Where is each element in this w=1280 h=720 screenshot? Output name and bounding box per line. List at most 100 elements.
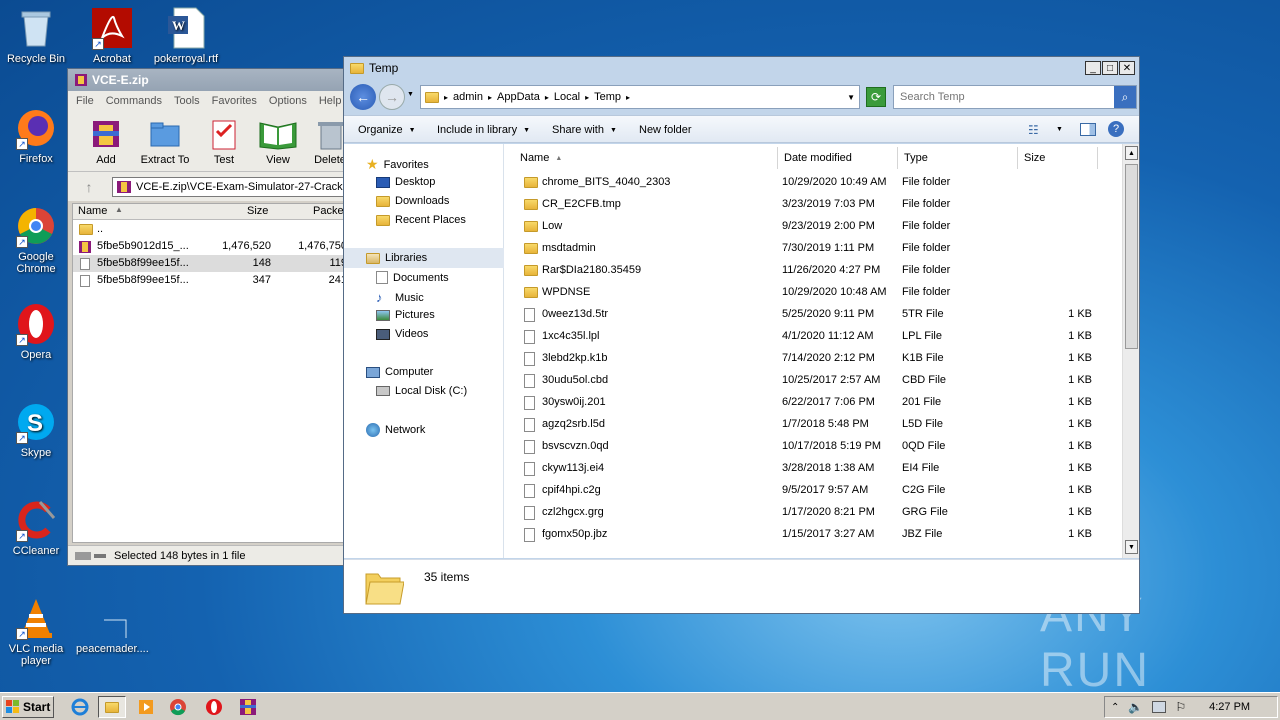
file-row[interactable]: cpif4hpi.c2g 9/5/2017 9:57 AM C2G File 1 KB: [506, 480, 1106, 502]
maximize-button[interactable]: □: [1102, 61, 1118, 75]
up-arrow-icon[interactable]: ↑: [74, 179, 104, 195]
taskbar-explorer-button[interactable]: [98, 696, 126, 718]
taskbar-media-player-button[interactable]: [132, 696, 160, 718]
desktop-icon-chrome[interactable]: ↗ Google Chrome: [0, 204, 72, 275]
tray-expand-icon[interactable]: ⌃: [1111, 702, 1119, 713]
menu-options[interactable]: Options: [269, 95, 307, 107]
desktop-icon-recycle-bin[interactable]: Recycle Bin: [0, 6, 72, 65]
table-row[interactable]: 5fbe5b9012d15_... 1,476,520 1,476,750: [73, 238, 349, 255]
desktop-icon-ccleaner[interactable]: ↗ CCleaner: [0, 498, 72, 557]
table-row-selected[interactable]: 5fbe5b8f99ee15f... 148 119: [73, 255, 349, 272]
organize-button[interactable]: Organize ▼: [358, 116, 416, 144]
breadcrumb-temp[interactable]: Temp: [594, 91, 621, 103]
search-box[interactable]: ⌕: [893, 85, 1137, 109]
column-name[interactable]: Name ▲: [514, 147, 778, 169]
menu-favorites[interactable]: Favorites: [212, 95, 257, 107]
file-row[interactable]: Rar$DIa2180.35459 11/26/2020 4:27 PM File …: [506, 260, 1106, 282]
file-row[interactable]: fgomx50p.jbz 1/15/2017 3:27 AM JBZ File 1 K…: [506, 524, 1106, 546]
desktop-icon-pokerroyal[interactable]: W pokerroyal.rtf: [150, 6, 222, 65]
winrar-titlebar[interactable]: VCE-E.zip: [68, 69, 346, 91]
desktop-icon-vlc[interactable]: ↗ VLC media player: [0, 596, 72, 667]
speaker-icon[interactable]: 🔈: [1128, 700, 1143, 714]
nav-music[interactable]: ♪ Music: [376, 290, 424, 305]
column-size[interactable]: Size: [247, 205, 268, 217]
desktop-icon-opera[interactable]: ↗ Opera: [0, 302, 72, 361]
search-input[interactable]: [894, 91, 1114, 103]
nav-recent-places[interactable]: Recent Places: [376, 214, 466, 226]
search-icon[interactable]: ⌕: [1114, 86, 1136, 108]
scroll-down-icon[interactable]: ▼: [1125, 540, 1138, 554]
file-row[interactable]: Low 9/23/2019 2:00 PM File folder: [506, 216, 1106, 238]
file-row[interactable]: czl2hgcx.grg 1/17/2020 8:21 PM GRG File 1 K…: [506, 502, 1106, 524]
nav-downloads[interactable]: Downloads: [376, 195, 449, 207]
menu-file[interactable]: File: [76, 95, 94, 107]
column-name[interactable]: Name: [78, 205, 107, 217]
taskbar-opera-button[interactable]: [200, 696, 228, 718]
column-date-modified[interactable]: Date modified: [778, 147, 898, 169]
nav-documents[interactable]: Documents: [376, 271, 449, 284]
close-button[interactable]: ✕: [1119, 61, 1135, 75]
nav-local-disk[interactable]: Local Disk (C:): [376, 385, 467, 397]
file-row[interactable]: ckyw113j.ei4 3/28/2018 1:38 AM EI4 File 1 K…: [506, 458, 1106, 480]
menu-tools[interactable]: Tools: [174, 95, 200, 107]
history-dropdown-icon[interactable]: ▼: [407, 91, 414, 98]
explorer-titlebar[interactable]: Temp _ □ ✕: [344, 57, 1139, 79]
forward-arrow-icon[interactable]: →: [379, 84, 405, 110]
breadcrumb-appdata[interactable]: AppData: [497, 91, 540, 103]
table-row[interactable]: ..: [73, 221, 349, 238]
file-row[interactable]: WPDNSE 10/29/2020 10:48 AM File folder: [506, 282, 1106, 304]
nav-videos[interactable]: Videos: [376, 328, 428, 340]
nav-favorites[interactable]: ★ Favorites: [366, 156, 429, 173]
taskbar-chrome-button[interactable]: [164, 696, 192, 718]
scroll-up-icon[interactable]: ▲: [1125, 146, 1138, 160]
clock[interactable]: 4:27 PM: [1209, 701, 1250, 713]
column-size[interactable]: Size: [1018, 147, 1098, 169]
desktop-icon-acrobat[interactable]: ↗ Acrobat: [76, 6, 148, 65]
column-type[interactable]: Type: [898, 147, 1018, 169]
file-row[interactable]: msdtadmin 7/30/2019 1:11 PM File folder: [506, 238, 1106, 260]
flag-icon[interactable]: ⚐: [1175, 700, 1186, 714]
refresh-icon[interactable]: ⟳: [866, 87, 886, 107]
desktop-icon-peacemader[interactable]: peacemader....: [76, 596, 149, 655]
file-row[interactable]: 1xc4c35l.lpl 4/1/2020 11:12 AM LPL File 1 K…: [506, 326, 1106, 348]
include-in-library-button[interactable]: Include in library ▼: [437, 116, 530, 144]
breadcrumb-local[interactable]: Local: [554, 91, 580, 103]
new-folder-button[interactable]: New folder: [639, 116, 692, 144]
back-arrow-icon[interactable]: ←: [350, 84, 376, 110]
breadcrumb-admin[interactable]: admin: [453, 91, 483, 103]
file-row[interactable]: agzq2srb.l5d 1/7/2018 5:48 PM L5D File 1 KB: [506, 414, 1106, 436]
nav-desktop[interactable]: Desktop: [376, 176, 435, 188]
nav-pictures[interactable]: Pictures: [376, 309, 435, 321]
menu-help[interactable]: Help: [319, 95, 342, 107]
menu-commands[interactable]: Commands: [106, 95, 162, 107]
extract-to-button[interactable]: Extract To: [138, 117, 192, 166]
nav-network[interactable]: Network: [366, 423, 425, 437]
scrollbar-thumb[interactable]: [1125, 164, 1138, 349]
file-row[interactable]: 30ysw0ij.201 6/22/2017 7:06 PM 201 File 1 K…: [506, 392, 1106, 414]
address-bar[interactable]: ▸ admin ▸ AppData ▸ Local ▸ Temp ▸ ▼: [420, 85, 860, 109]
view-button[interactable]: View: [256, 117, 300, 166]
nav-computer[interactable]: Computer: [366, 366, 433, 378]
start-button[interactable]: Start: [2, 696, 54, 718]
desktop-icon-firefox[interactable]: ↗ Firefox: [0, 106, 72, 165]
file-row[interactable]: CR_E2CFB.tmp 3/23/2019 7:03 PM File folder: [506, 194, 1106, 216]
help-icon[interactable]: ?: [1108, 121, 1124, 137]
file-row[interactable]: 0weez13d.5tr 5/25/2020 9:11 PM 5TR File 1 K…: [506, 304, 1106, 326]
view-options-icon[interactable]: ☷: [1028, 123, 1039, 137]
preview-pane-icon[interactable]: [1080, 123, 1096, 136]
file-row[interactable]: chrome_BITS_4040_2303 10/29/2020 10:49 AM…: [506, 172, 1106, 194]
table-row[interactable]: 5fbe5b8f99ee15f... 347 241: [73, 272, 349, 289]
taskbar-ie-button[interactable]: [66, 696, 94, 718]
vertical-scrollbar[interactable]: ▲ ▼: [1122, 144, 1139, 558]
file-row[interactable]: bsvscvzn.0qd 10/17/2018 5:19 PM 0QD File 1 …: [506, 436, 1106, 458]
winrar-path-field[interactable]: VCE-E.zip\VCE-Exam-Simulator-27-Crack: [112, 176, 346, 197]
add-button[interactable]: Add: [84, 117, 128, 166]
view-dropdown-icon[interactable]: ▼: [1056, 126, 1063, 133]
file-row[interactable]: 30udu5ol.cbd 10/25/2017 2:57 AM CBD File 1 …: [506, 370, 1106, 392]
minimize-button[interactable]: _: [1085, 61, 1101, 75]
file-row[interactable]: 3lebd2kp.k1b 7/14/2020 2:12 PM K1B File 1 K…: [506, 348, 1106, 370]
share-with-button[interactable]: Share with ▼: [552, 116, 617, 144]
address-dropdown-icon[interactable]: ▼: [847, 93, 855, 102]
taskbar-winrar-button[interactable]: [234, 696, 262, 718]
nav-libraries[interactable]: Libraries: [344, 248, 504, 268]
